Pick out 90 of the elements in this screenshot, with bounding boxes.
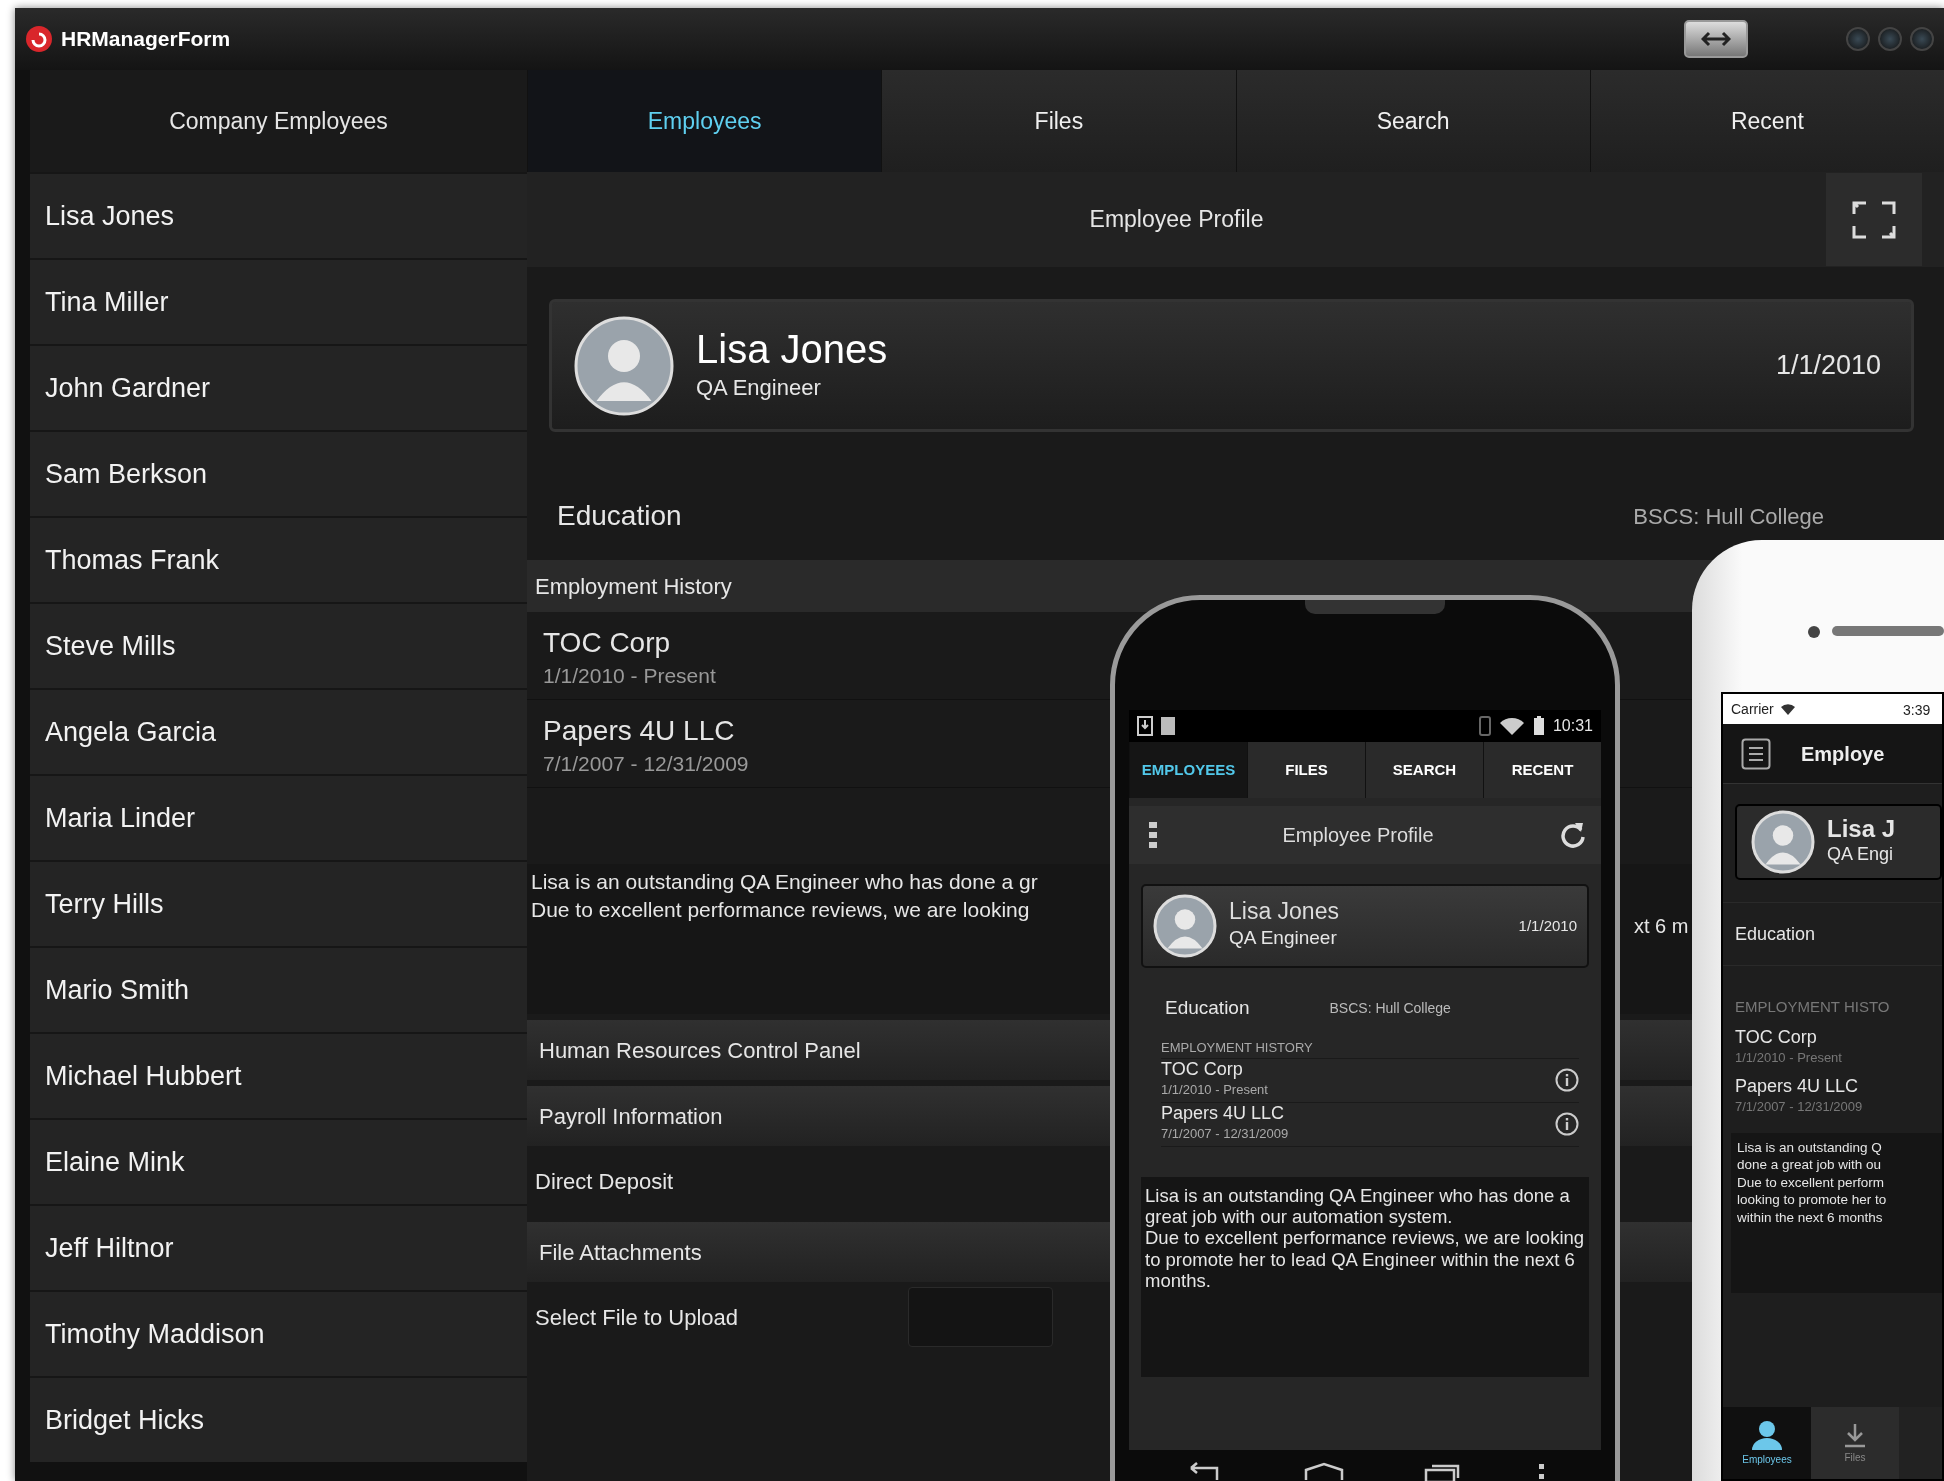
- education-label: Education: [1723, 902, 1942, 966]
- employee-list-item[interactable]: Jeff Hiltnor: [30, 1204, 527, 1290]
- window-title: HRManagerForm: [61, 26, 231, 53]
- info-icon[interactable]: [1555, 1112, 1579, 1136]
- employee-list-item[interactable]: Bridget Hicks: [30, 1376, 527, 1462]
- company-name: Papers 4U LLC: [1161, 1104, 1285, 1125]
- refresh-icon: [1559, 821, 1587, 849]
- education-label: Education: [557, 499, 682, 533]
- description-text: Due to excellent performance reviews, we are looking: [531, 897, 1030, 924]
- tab[interactable]: Search: [1235, 70, 1590, 172]
- section-header: EMPLOYMENT HISTORY: [1161, 1038, 1579, 1059]
- education-value: BSCS: Hull College: [1633, 502, 1824, 531]
- vibrate-icon: [1478, 716, 1491, 736]
- app-logo-icon: [25, 25, 53, 53]
- tab[interactable]: SEARCH: [1365, 742, 1483, 798]
- status-time: 10:31: [1552, 716, 1593, 736]
- employee-list-item[interactable]: Thomas Frank: [30, 516, 527, 602]
- employee-list-item[interactable]: Tina Miller: [30, 258, 527, 344]
- employee-name: Lisa Jones: [696, 327, 888, 371]
- battery-icon: [1532, 716, 1545, 736]
- field-label: Direct Deposit: [535, 1167, 674, 1196]
- company-name: TOC Corp: [543, 626, 671, 660]
- vertical-dots-icon[interactable]: [1539, 1462, 1545, 1481]
- employment-dates: 1/1/2010 - Present: [1734, 1049, 1842, 1068]
- tab[interactable]: RECENT: [1483, 742, 1601, 798]
- tab[interactable]: Recent: [1589, 70, 1944, 172]
- employee-list-item[interactable]: Steve Mills: [30, 602, 527, 688]
- company-name: Papers 4U LLC: [543, 714, 735, 748]
- employee-list-item[interactable]: Timothy Maddison: [30, 1290, 527, 1376]
- recents-icon[interactable]: [1423, 1462, 1460, 1481]
- company-name: TOC Corp: [1734, 1026, 1817, 1049]
- header-title: Employee Profile: [1281, 823, 1435, 848]
- avatar-placeholder: [1751, 810, 1815, 874]
- company-name: TOC Corp: [1161, 1060, 1243, 1081]
- wifi-icon: [1779, 703, 1796, 715]
- camera-dot: [1808, 626, 1820, 638]
- employee-name: Lisa Jones: [1229, 899, 1339, 925]
- employee-list-item[interactable]: Terry Hills: [30, 860, 527, 946]
- profile-title: Employee Profile: [1088, 205, 1265, 235]
- status-time: 3:39: [1903, 701, 1931, 720]
- employee-list-item[interactable]: Sam Berkson: [30, 430, 527, 516]
- job-title: QA Engi: [1827, 843, 1895, 867]
- resize-button[interactable]: [1684, 20, 1748, 58]
- field-label: Select File to Upload: [535, 1303, 738, 1332]
- home-icon[interactable]: [1304, 1462, 1345, 1481]
- employee-list-item[interactable]: Mario Smith: [30, 946, 527, 1032]
- employee-list-item[interactable]: Angela Garcia: [30, 688, 527, 774]
- tab[interactable]: Employees: [527, 70, 882, 172]
- employment-dates: 7/1/2007 - 12/31/2009: [1734, 1098, 1863, 1117]
- description-text: Lisa is an outstanding QA Engineer who has done a gr: [531, 869, 1038, 895]
- avatar-placeholder: [1153, 894, 1217, 958]
- job-title: QA Engineer: [696, 374, 822, 402]
- education-label: Education: [1165, 995, 1250, 1020]
- employment-dates: 7/1/2007 - 12/31/2009: [1161, 1125, 1289, 1144]
- employment-dates: 7/1/2007 - 12/31/2009: [543, 750, 749, 777]
- employee-name: Lisa J: [1827, 815, 1896, 842]
- download-icon: [1843, 1421, 1867, 1448]
- carrier-label: Carrier: [1731, 699, 1774, 719]
- description-text: looking to promote her to: [1737, 1191, 1887, 1209]
- header-title: Employe: [1801, 741, 1885, 767]
- employee-list-item[interactable]: Michael Hubbert: [30, 1032, 527, 1118]
- download-notification-icon: [1137, 716, 1153, 736]
- tab-bar-item[interactable]: Employees: [1723, 1407, 1811, 1479]
- hire-date: 1/1/2010: [1518, 915, 1577, 936]
- notification-square-icon: [1161, 717, 1175, 735]
- education-value: BSCS: Hull College: [1329, 998, 1451, 1018]
- tab[interactable]: FILES: [1247, 742, 1365, 798]
- person-icon: [1750, 1419, 1784, 1450]
- employment-dates: 1/1/2010 - Present: [543, 662, 716, 689]
- employee-list-item[interactable]: Maria Linder: [30, 774, 527, 860]
- vertical-dots-icon: [1149, 822, 1157, 848]
- tab[interactable]: EMPLOYEES: [1129, 742, 1247, 798]
- employee-list-item[interactable]: Lisa Jones: [30, 172, 527, 258]
- expand-icon: [1852, 199, 1896, 240]
- hire-date: 1/1/2010: [1775, 349, 1881, 383]
- tab[interactable]: Files: [881, 70, 1236, 172]
- sidebar-header: Company Employees: [30, 70, 527, 172]
- description-text: done a great job with ou: [1737, 1156, 1882, 1174]
- description-text: xt 6 m: [1634, 914, 1689, 939]
- description-text: Due to excellent perform: [1737, 1173, 1885, 1192]
- menu-icon[interactable]: [1741, 737, 1771, 770]
- employee-list-item[interactable]: Elaine Mink: [30, 1118, 527, 1204]
- employee-list-item[interactable]: John Gardner: [30, 344, 527, 430]
- tab-bar-item[interactable]: Files: [1811, 1407, 1899, 1479]
- expand-button[interactable]: [1826, 173, 1922, 266]
- job-title: QA Engineer: [1229, 926, 1338, 951]
- double-arrow-icon: [1701, 31, 1731, 47]
- section-header: EMPLOYMENT HISTO: [1734, 997, 1891, 1017]
- wifi-icon: [1498, 716, 1525, 736]
- info-icon[interactable]: [1555, 1068, 1579, 1092]
